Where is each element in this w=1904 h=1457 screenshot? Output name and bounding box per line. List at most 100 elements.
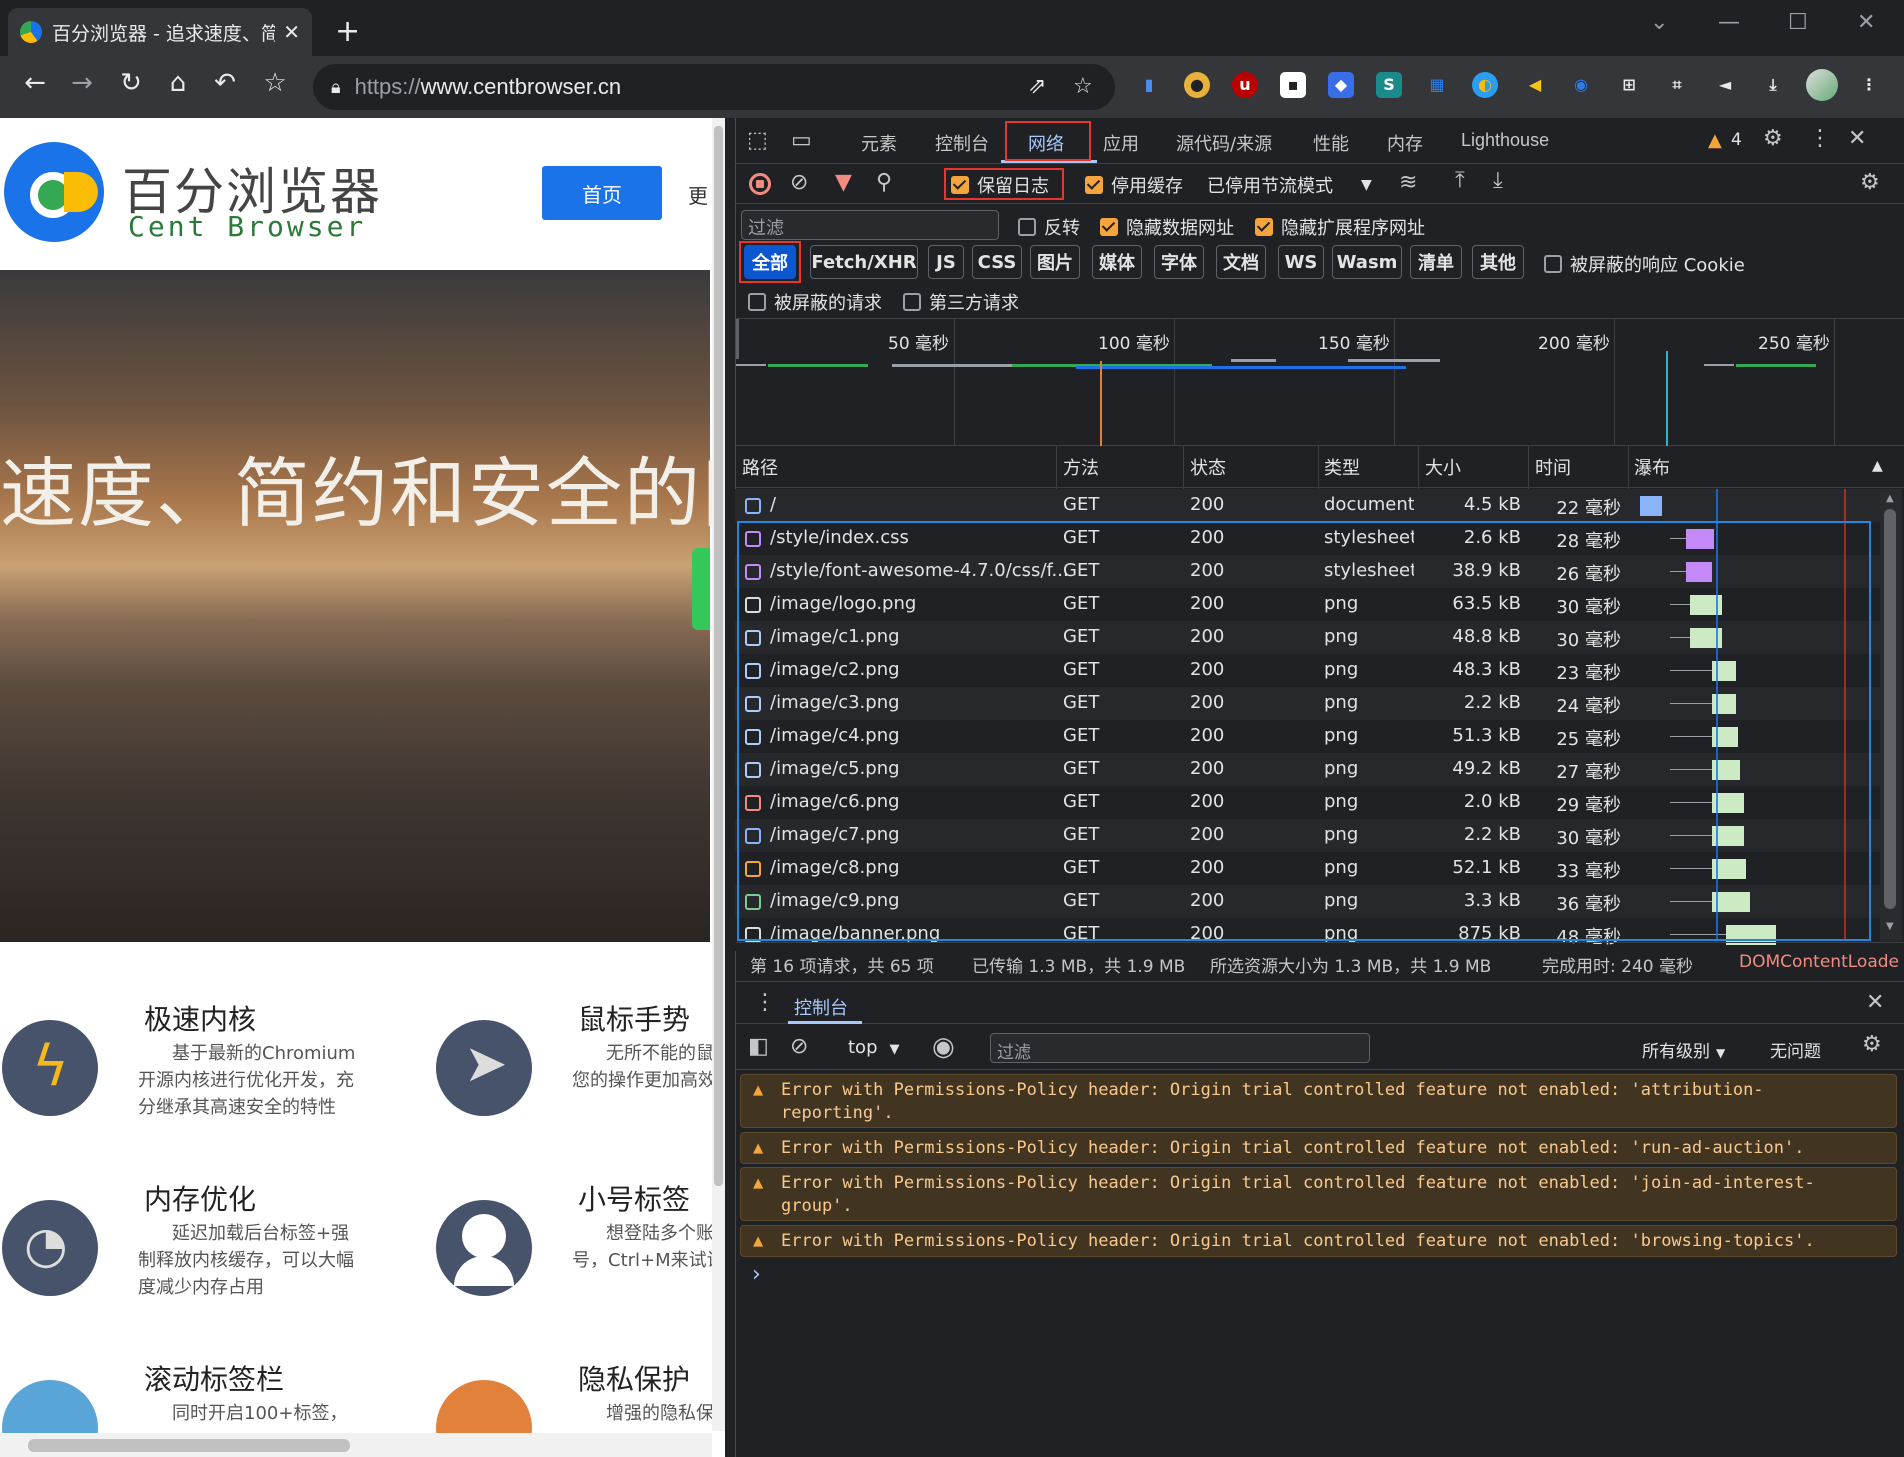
col-method[interactable]: 方法 bbox=[1063, 454, 1099, 480]
filter-chip-other[interactable]: 其他 bbox=[1472, 245, 1524, 279]
network-filter-input[interactable]: 过滤 bbox=[741, 210, 999, 240]
banner-side-tab[interactable] bbox=[692, 548, 710, 630]
cent-browser-logo[interactable] bbox=[4, 142, 104, 242]
network-overview[interactable]: 50 毫秒 100 毫秒 150 毫秒 200 毫秒 250 毫秒 bbox=[736, 318, 1904, 447]
blocked-cookies-checkbox[interactable]: 被屏蔽的响应 Cookie bbox=[1544, 251, 1745, 277]
console-warning[interactable]: ▲ Error with Permissions-Policy header: O… bbox=[740, 1225, 1897, 1257]
hide-extension-urls-checkbox[interactable]: 隐藏扩展程序网址 bbox=[1255, 214, 1425, 240]
window-close-icon[interactable]: ✕ bbox=[1857, 10, 1875, 35]
share-icon[interactable]: ⇗ bbox=[1028, 74, 1046, 99]
ext-swirl-icon[interactable]: ◉ bbox=[1568, 72, 1594, 98]
drawer-tab-console[interactable]: 控制台 bbox=[794, 994, 848, 1020]
network-settings-icon[interactable]: ⚙ bbox=[1860, 170, 1880, 195]
browser-tab[interactable]: 百分浏览器 - 追求速度、简 ✕ bbox=[8, 8, 312, 56]
filter-funnel-icon[interactable]: ▼ bbox=[835, 170, 852, 195]
col-waterfall[interactable]: 瀑布 bbox=[1634, 454, 1670, 480]
menu-kebab-icon[interactable]: ⋮ bbox=[1856, 72, 1882, 98]
col-type[interactable]: 类型 bbox=[1324, 454, 1360, 480]
filter-chip-doc[interactable]: 文档 bbox=[1216, 245, 1266, 279]
console-settings-icon[interactable]: ⚙ bbox=[1862, 1032, 1882, 1057]
disable-cache-checkbox[interactable]: 停用缓存 bbox=[1085, 172, 1183, 198]
hide-data-urls-checkbox[interactable]: 隐藏数据网址 bbox=[1100, 214, 1234, 240]
page-vertical-scrollbar[interactable] bbox=[712, 118, 725, 1431]
network-conditions-icon[interactable]: ≋ bbox=[1399, 170, 1417, 195]
ublock-icon[interactable]: u bbox=[1232, 72, 1258, 98]
mute-icon[interactable]: ◄ bbox=[1712, 72, 1738, 98]
console-warning[interactable]: ▲ Error with Permissions-Policy header: O… bbox=[740, 1132, 1897, 1164]
tab-search-icon[interactable]: ⌄ bbox=[1650, 10, 1668, 35]
filter-chip-js[interactable]: JS bbox=[928, 245, 964, 279]
console-clear-icon[interactable]: ⊘ bbox=[790, 1034, 808, 1059]
throttle-select[interactable]: 已停用节流模式 ▼ bbox=[1207, 172, 1372, 198]
table-scrollbar[interactable]: ▲ ▼ bbox=[1880, 489, 1902, 941]
context-select[interactable]: top ▼ bbox=[848, 1037, 900, 1058]
console-sidebar-icon[interactable]: ◧ bbox=[748, 1034, 769, 1059]
tab-close-icon[interactable]: ✕ bbox=[283, 20, 300, 44]
apps-grid-icon[interactable]: ⊞ bbox=[1616, 72, 1642, 98]
tab-lighthouse[interactable]: Lighthouse bbox=[1461, 130, 1549, 151]
ext-tab-icon[interactable]: ▪ bbox=[1280, 72, 1306, 98]
sort-ascending-icon[interactable]: ▲ bbox=[1872, 458, 1883, 474]
tab-console[interactable]: 控制台 bbox=[935, 130, 989, 156]
home-icon[interactable]: ⌂ bbox=[159, 68, 197, 98]
filter-chip-manifest[interactable]: 清单 bbox=[1410, 245, 1462, 279]
translate-icon[interactable]: ▦ bbox=[1424, 72, 1450, 98]
live-expression-eye-icon[interactable]: ◉ bbox=[932, 1032, 955, 1062]
reload-icon[interactable]: ↻ bbox=[112, 68, 150, 98]
filter-chip-css[interactable]: CSS bbox=[972, 245, 1022, 279]
devtools-menu-icon[interactable]: ⋮ bbox=[1809, 126, 1831, 151]
table-row[interactable]: / GET 200 document 4.5 kB 22 毫秒 bbox=[735, 489, 1881, 522]
device-toolbar-icon[interactable]: ▭ bbox=[791, 128, 812, 153]
filter-chip-font[interactable]: 字体 bbox=[1154, 245, 1204, 279]
ext-globe-icon[interactable]: ● bbox=[1184, 72, 1210, 98]
maximize-icon[interactable]: ☐ bbox=[1788, 10, 1808, 35]
devtools-close-icon[interactable]: ✕ bbox=[1848, 126, 1866, 151]
record-stop-icon[interactable] bbox=[749, 173, 771, 195]
lock-icon[interactable]: 🔒︎ bbox=[331, 77, 341, 98]
filter-chip-ws[interactable]: WS bbox=[1278, 245, 1324, 279]
minimize-icon[interactable]: — bbox=[1718, 10, 1740, 35]
profile-avatar[interactable] bbox=[1806, 69, 1838, 101]
console-warning[interactable]: ▲ Error with Permissions-Policy header: O… bbox=[740, 1074, 1897, 1128]
search-icon[interactable]: ⚲ bbox=[876, 170, 892, 195]
log-levels-select[interactable]: 所有级别 ▼ bbox=[1642, 1037, 1725, 1062]
crop-icon[interactable]: ⌗ bbox=[1664, 72, 1690, 98]
third-party-checkbox[interactable]: 第三方请求 bbox=[903, 289, 1019, 315]
tab-performance[interactable]: 性能 bbox=[1313, 130, 1349, 156]
filter-chip-media[interactable]: 媒体 bbox=[1092, 245, 1142, 279]
download-icon[interactable]: ⤓ bbox=[1760, 72, 1786, 98]
bookmark-page-icon[interactable]: ☆ bbox=[1073, 74, 1093, 99]
inspect-element-icon[interactable]: ⬚ bbox=[747, 128, 768, 153]
tab-elements[interactable]: 元素 bbox=[861, 130, 897, 156]
bitwarden-icon[interactable]: ◆ bbox=[1328, 72, 1354, 98]
export-har-icon[interactable]: ⤓ bbox=[1493, 168, 1503, 193]
tab-application[interactable]: 应用 bbox=[1103, 130, 1139, 156]
page-horizontal-scrollbar[interactable] bbox=[0, 1433, 712, 1457]
ext-s-icon[interactable]: S bbox=[1376, 72, 1402, 98]
ext-color-icon[interactable]: ◐ bbox=[1472, 72, 1498, 98]
issues-count[interactable]: 无问题 bbox=[1770, 1037, 1821, 1062]
forward-icon[interactable]: → bbox=[63, 68, 101, 98]
ext-fish-icon[interactable]: ◀ bbox=[1522, 72, 1548, 98]
drawer-menu-icon[interactable]: ⋮ bbox=[754, 990, 776, 1015]
console-warning[interactable]: ▲ Error with Permissions-Policy header: O… bbox=[740, 1167, 1897, 1221]
console-filter-input[interactable]: 过滤 bbox=[990, 1033, 1370, 1063]
nav-home-button[interactable]: 首页 bbox=[542, 166, 662, 220]
tab-memory[interactable]: 内存 bbox=[1387, 130, 1423, 156]
console-prompt[interactable]: › bbox=[752, 1262, 761, 1287]
undo-close-tab-icon[interactable]: ↶ bbox=[206, 68, 244, 98]
drawer-close-icon[interactable]: ✕ bbox=[1866, 990, 1884, 1015]
col-size[interactable]: 大小 bbox=[1425, 454, 1461, 480]
filter-chip-wasm[interactable]: Wasm bbox=[1332, 245, 1402, 279]
nav-more-link[interactable]: 更 bbox=[688, 180, 708, 209]
import-har-icon[interactable]: ⤒ bbox=[1455, 168, 1465, 193]
warning-icon[interactable]: ▲ bbox=[1708, 130, 1722, 151]
tab-sources[interactable]: 源代码/来源 bbox=[1176, 130, 1272, 156]
bookmark-ext-icon[interactable]: ▮ bbox=[1136, 72, 1162, 98]
blocked-requests-checkbox[interactable]: 被屏蔽的请求 bbox=[748, 289, 882, 315]
col-path[interactable]: 路径 bbox=[742, 454, 778, 480]
back-icon[interactable]: ← bbox=[16, 68, 54, 98]
warning-count[interactable]: 4 bbox=[1731, 130, 1742, 150]
new-tab-icon[interactable]: + bbox=[335, 14, 360, 49]
col-time[interactable]: 时间 bbox=[1535, 454, 1571, 480]
